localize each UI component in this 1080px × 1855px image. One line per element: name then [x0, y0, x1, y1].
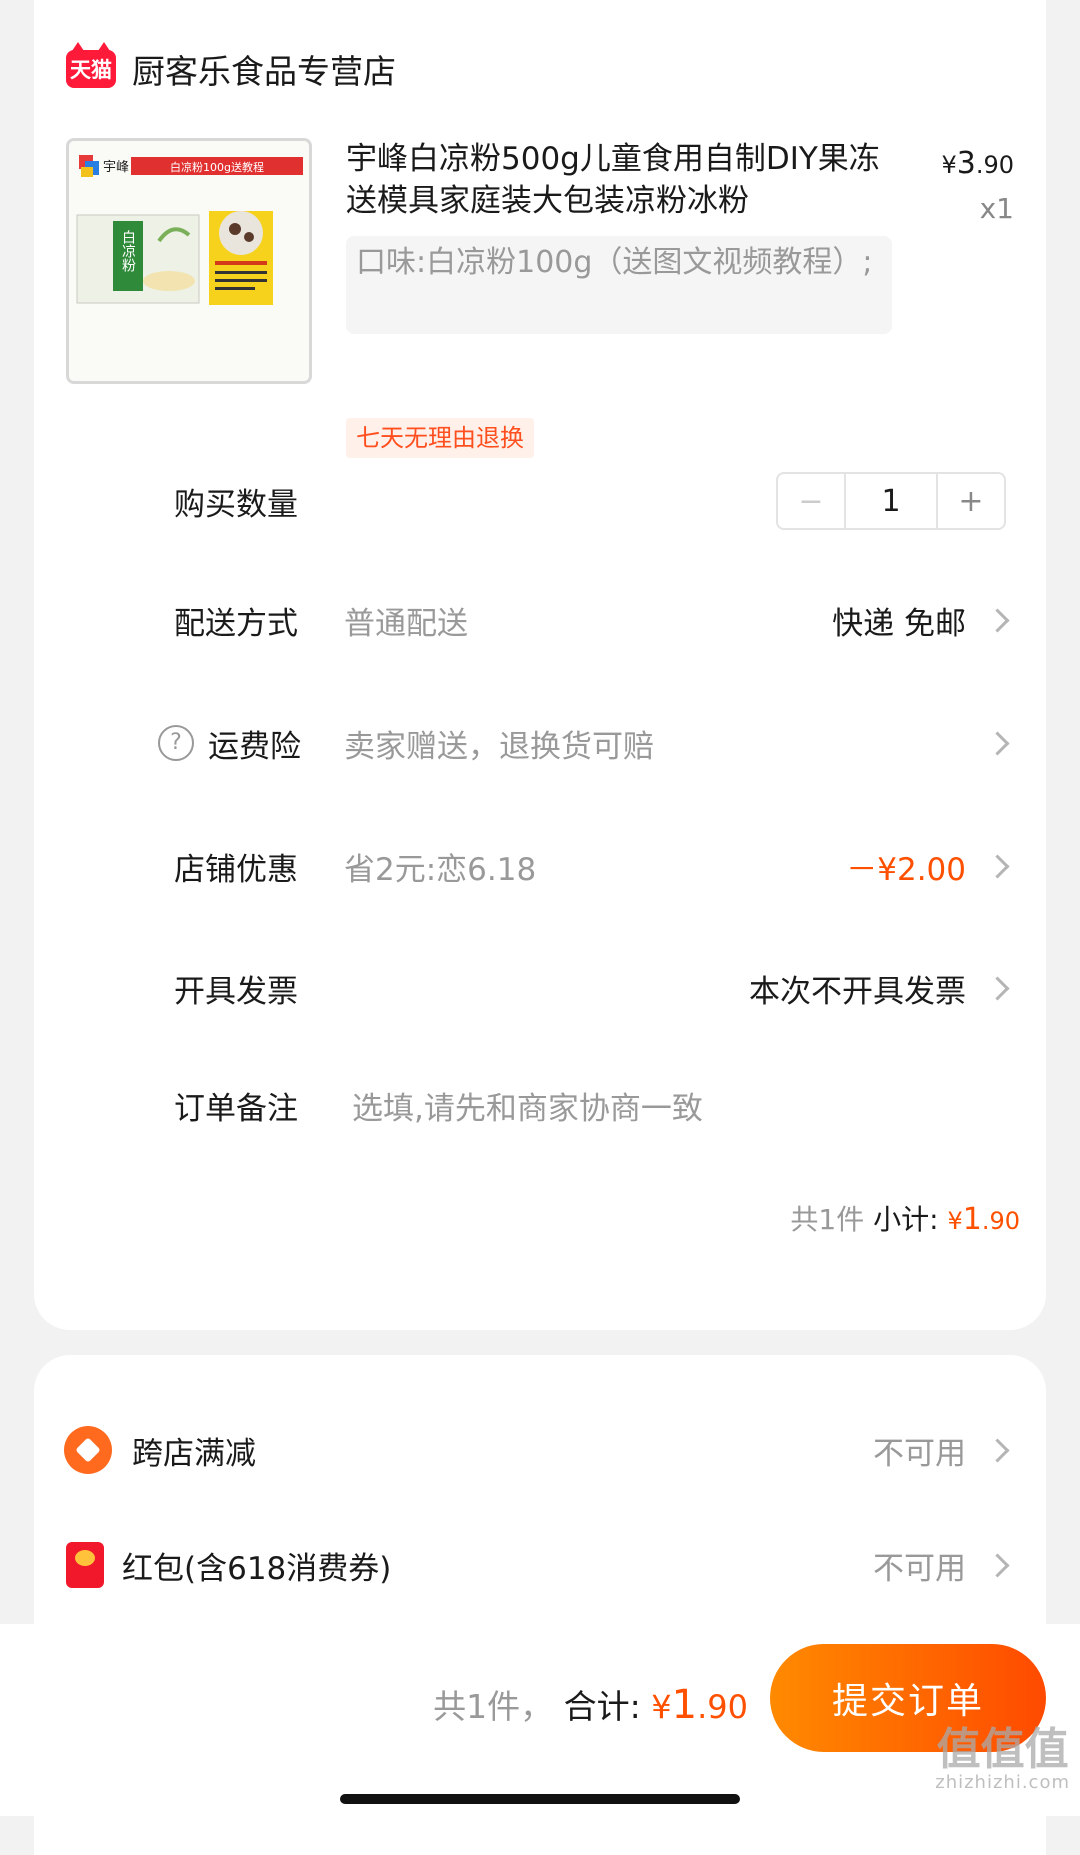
shipping-insurance-row[interactable]: ? 运费险 卖家赠送，退换货可赔	[34, 708, 1046, 778]
insurance-desc: 卖家赠送，退换货可赔	[344, 728, 654, 765]
red-packet-icon	[66, 1542, 104, 1588]
increase-button[interactable]: +	[936, 474, 1004, 528]
product-image-illustration: 宇峰 白凉粉100g送教程 白凉粉	[69, 141, 309, 381]
red-packet-row[interactable]: 红包(含618消费券) 不可用	[34, 1530, 1046, 1600]
chevron-right-icon	[985, 975, 1010, 1001]
discount-label: 店铺优惠	[174, 851, 298, 888]
invoice-value: 本次不开具发票	[749, 973, 966, 1010]
cross-store-label: 跨店满减	[132, 1435, 256, 1472]
subtotal-label: 小计:	[873, 1203, 939, 1236]
product-image-banner: 白凉粉100g送教程	[170, 160, 264, 174]
chevron-right-icon	[985, 1437, 1010, 1463]
store-subtotal: 共1件 小计: ¥1.90	[790, 1198, 1020, 1238]
product-image-pack-text: 白凉粉	[120, 230, 136, 273]
product-image[interactable]: 宇峰 白凉粉100g送教程 白凉粉	[66, 138, 312, 384]
cross-store-value: 不可用	[873, 1435, 966, 1472]
store-order-card: 天猫 厨客乐食品专营店 宇峰 白凉粉100g送教程 白凉粉 宇峰白凉粉500g儿…	[34, 0, 1046, 1330]
watermark-url: zhizhizhi.com	[935, 1772, 1070, 1793]
product-sku[interactable]: 口味:白凉粉100g（送图文视频教程）;	[346, 236, 892, 334]
home-indicator[interactable]	[340, 1794, 740, 1804]
total-decimal: .90	[697, 1688, 748, 1726]
subtotal-count: 共1件	[790, 1203, 865, 1236]
delivery-method: 普通配送	[344, 605, 468, 642]
chevron-right-icon	[985, 607, 1010, 633]
chevron-right-icon	[985, 853, 1010, 879]
chevron-right-icon	[985, 730, 1010, 756]
order-note-input[interactable]: 选填,请先和商家协商一致	[352, 1083, 703, 1128]
quantity-stepper: − 1 +	[776, 472, 1006, 530]
watermark-logo: 值值值	[936, 1724, 1069, 1775]
subtotal-decimal: .90	[981, 1207, 1020, 1235]
tmall-logo-icon: 天猫	[66, 42, 116, 88]
order-total: 共1件， 合计: ¥1.90	[433, 1680, 748, 1728]
note-label: 订单备注	[174, 1090, 298, 1127]
delivery-row[interactable]: 配送方式 普通配送 快递 免邮	[34, 585, 1046, 655]
delivery-label: 配送方式	[174, 605, 298, 642]
discount-value: －¥2.00	[846, 851, 966, 888]
product-quantity: x1	[979, 192, 1014, 225]
checkout-bar: 共1件， 合计: ¥1.90 提交订单 值值值 zhizhizhi.com	[0, 1624, 1080, 1816]
quantity-value[interactable]: 1	[846, 474, 936, 528]
product-image-brand: 宇峰	[103, 160, 129, 175]
invoice-label: 开具发票	[174, 973, 298, 1010]
delivery-value: 快递 免邮	[832, 605, 966, 642]
discount-desc: 省2元:恋6.18	[344, 851, 537, 888]
decrease-button[interactable]: −	[778, 474, 846, 528]
ticket-icon	[64, 1426, 112, 1474]
store-discount-row[interactable]: 店铺优惠 省2元:恋6.18 －¥2.00	[34, 831, 1046, 901]
store-name[interactable]: 厨客乐食品专营店	[132, 45, 396, 93]
quantity-row: 购买数量 − 1 +	[34, 466, 1046, 536]
red-packet-label: 红包(含618消费券)	[122, 1550, 392, 1587]
invoice-row[interactable]: 开具发票 本次不开具发票	[34, 953, 1046, 1023]
red-packet-value: 不可用	[873, 1550, 966, 1587]
price-symbol: ¥	[941, 151, 957, 179]
cross-store-discount-row[interactable]: 跨店满减 不可用	[34, 1415, 1046, 1485]
total-integer: 1	[671, 1682, 698, 1728]
price-decimal: .90	[975, 151, 1014, 179]
subtotal-symbol: ¥	[947, 1207, 963, 1235]
subtotal-integer: 1	[962, 1202, 982, 1237]
subtotal-price: ¥1.90	[947, 1202, 1020, 1237]
quantity-label: 购买数量	[174, 486, 298, 523]
total-label: 合计:	[563, 1687, 641, 1726]
total-count: 共1件，	[433, 1687, 554, 1726]
store-header[interactable]: 天猫 厨客乐食品专营店	[66, 42, 396, 94]
watermark: 值值值 zhizhizhi.com	[935, 1728, 1070, 1794]
insurance-label: 运费险	[208, 728, 301, 765]
return-policy-tag: 七天无理由退换	[346, 418, 534, 458]
product-price: ¥3.90	[941, 146, 1014, 181]
total-symbol: ¥	[651, 1688, 672, 1726]
help-icon[interactable]: ?	[158, 725, 194, 761]
product-title[interactable]: 宇峰白凉粉500g儿童食用自制DIY果冻送模具家庭装大包装凉粉冰粉	[346, 138, 896, 222]
order-note-row: 订单备注 选填,请先和商家协商一致	[34, 1070, 1046, 1140]
price-integer: 3	[956, 146, 976, 181]
total-price: ¥1.90	[651, 1682, 748, 1728]
chevron-right-icon	[985, 1552, 1010, 1578]
